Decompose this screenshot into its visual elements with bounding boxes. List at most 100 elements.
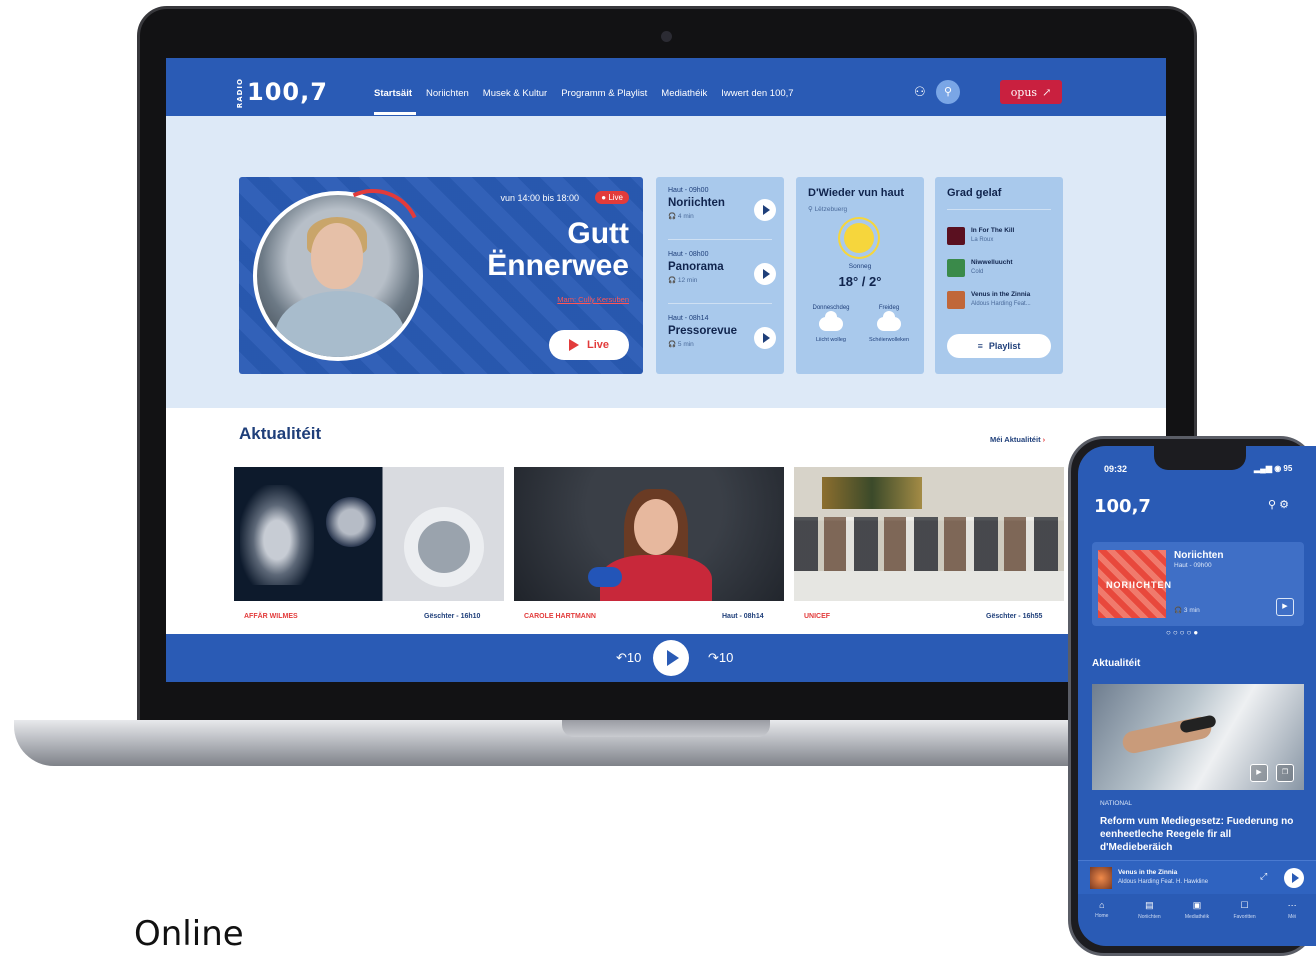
cloud-icon (877, 311, 901, 331)
live-button[interactable]: Live (549, 330, 629, 360)
settings-icon[interactable]: ⚙ (1279, 499, 1289, 511)
nav-links: Startsäit Noriichten Musek & Kultur Prog… (374, 88, 794, 99)
sun-icon (844, 223, 874, 253)
favorites-icon: ☐ (1240, 900, 1249, 910)
forecast-day: Donneschdeg Liicht wolleg (812, 305, 850, 343)
phone-article-category: NATIONAL (1100, 800, 1133, 807)
weather-today: Sonneg (848, 263, 872, 270)
play-button[interactable]: ▶ (1250, 764, 1268, 782)
rewind-10-icon[interactable]: ↶10 (616, 650, 641, 666)
album-cover (947, 259, 965, 277)
album-cover (1090, 867, 1112, 889)
show-title-line1: Gutt (567, 217, 629, 250)
phone-article-image[interactable]: ▶ ❐ (1092, 684, 1304, 790)
radio-logo[interactable]: RADIO 100,7 (236, 78, 328, 108)
weather-title: D'Wieder vun haut (808, 187, 905, 199)
phone-article-headline[interactable]: Reform vum Mediegesetz: Fuederung no een… (1100, 815, 1300, 854)
nav-link-iwwert[interactable]: Iwwert den 100,7 (721, 88, 793, 99)
show-host-link[interactable]: Mam: Cully Kersuben (557, 295, 629, 304)
article-image[interactable] (514, 467, 784, 601)
article-image[interactable] (234, 467, 504, 601)
recently-played-card: Grad gelaf In For The Kill La Roux Niwwel… (935, 177, 1063, 374)
cloud-icon (819, 311, 843, 331)
top-nav: RADIO 100,7 Startsäit Noriichten Musek & … (166, 58, 1166, 116)
tab-mediatheik[interactable]: ▣ Mediathéik (1175, 896, 1219, 936)
play-button[interactable] (754, 327, 776, 349)
bookmark-icon[interactable]: ❐ (1276, 764, 1294, 782)
carousel-dots[interactable]: ○○○○● (1166, 628, 1200, 637)
show-title-line2: Ënnerwee (487, 249, 629, 282)
phone-mini-player[interactable]: Venus in the Zinnia Aldous Harding Feat.… (1078, 860, 1316, 894)
live-badge: ● Live (595, 191, 629, 204)
nav-link-mediatheik[interactable]: Mediathéik (661, 88, 707, 99)
phone-news-card[interactable]: NORIICHTEN Noriichten Haut - 09h00 🎧 3 m… (1092, 542, 1304, 626)
play-button[interactable] (754, 263, 776, 285)
article-category[interactable]: CAROLE HARTMANN (524, 613, 596, 620)
camera-icon (661, 31, 672, 42)
home-icon: ⌂ (1099, 900, 1105, 910)
search-icon[interactable]: ⚲ (1268, 499, 1276, 511)
article-date: Gëschter - 16h10 (424, 613, 481, 620)
more-icon: ⋯ (1287, 900, 1297, 910)
recently-played-title: Grad gelaf (947, 187, 1002, 199)
track-item[interactable]: Venus in the Zinnia Aldous Harding Feat..… (947, 291, 1059, 317)
play-icon (762, 205, 770, 215)
play-button[interactable]: ▶ (1276, 598, 1294, 616)
media-icon: ▣ (1192, 900, 1202, 910)
tab-mei[interactable]: ⋯ Méi (1270, 896, 1314, 936)
nav-link-musek-kultur[interactable]: Musek & Kultur (483, 88, 547, 99)
play-icon (762, 333, 770, 343)
article-category[interactable]: UNICEF (804, 613, 830, 620)
article-date: Gëschter - 16h55 (986, 613, 1043, 620)
tab-noriichten[interactable]: ▤ Noriichten (1127, 896, 1171, 936)
laptop-screen: RADIO 100,7 Startsäit Noriichten Musek & … (166, 58, 1166, 682)
show-time: vun 14:00 bis 18:00 (500, 193, 579, 203)
article-category[interactable]: AFFÄR WILMES (244, 613, 298, 620)
phone-logo[interactable]: 100,7 (1094, 496, 1151, 517)
track-item[interactable]: Niwwelluucht Cold (947, 259, 1059, 285)
nav-link-programm-playlist[interactable]: Programm & Playlist (561, 88, 647, 99)
play-button[interactable] (754, 199, 776, 221)
mini-play-button[interactable] (1284, 868, 1304, 888)
forecast-day: Freideg Schéierwolleken (868, 305, 910, 343)
play-icon (666, 650, 679, 666)
user-icon[interactable]: ⚇ (914, 84, 926, 100)
phone-header-icons: ⚲ ⚙ (1268, 498, 1289, 511)
tab-home[interactable]: ⌂ Home (1080, 896, 1124, 936)
status-time: 09:32 (1104, 464, 1128, 474)
phone-tab-bar: ⌂ Home ▤ Noriichten ▣ Mediathéik ☐ Favoritte… (1078, 896, 1316, 936)
track-item[interactable]: In For The Kill La Roux (947, 227, 1059, 253)
weather-card[interactable]: D'Wieder vun haut ⚲ Lëtzebuerg Sonneg 18… (796, 177, 924, 374)
playlist-button[interactable]: ≡ Playlist (947, 334, 1051, 358)
expand-icon[interactable]: ⤢ (1260, 871, 1267, 882)
laptop-notch (562, 720, 770, 737)
active-tab-underline (374, 112, 416, 115)
live-show-hero[interactable]: vun 14:00 bis 18:00 ● Live Gutt Ënnerwee… (239, 177, 643, 374)
player-play-button[interactable] (653, 640, 689, 676)
play-icon (568, 339, 579, 351)
phone-section-title: Aktualitéit (1092, 658, 1141, 669)
news-card: Haut - 09h00 Noriichten 🎧 4 min Haut - 0… (656, 177, 784, 374)
playlist-icon: ≡ (977, 341, 983, 351)
more-news-link[interactable]: Méi Aktualitéit › (990, 435, 1045, 444)
nav-link-noriichten[interactable]: Noriichten (426, 88, 469, 99)
play-icon (762, 269, 770, 279)
news-icon: ▤ (1145, 900, 1154, 910)
phone-screen: 09:32 ▂▄▆ ◉ 95 100,7 ⚲ ⚙ NORIICHTEN Nori… (1078, 446, 1316, 946)
nav-link-startsait[interactable]: Startsäit (374, 88, 412, 99)
status-icons: ▂▄▆ ◉ 95 (1254, 464, 1293, 473)
news-item[interactable]: Haut - 08h00 Panorama 🎧 12 min (668, 251, 776, 311)
caption-online: Online (134, 914, 244, 954)
album-cover (947, 227, 965, 245)
phone-notch (1154, 446, 1246, 470)
tab-favoritten[interactable]: ☐ Favoritten (1223, 896, 1267, 936)
opus-button[interactable]: opus ↗ (1000, 80, 1062, 104)
search-icon[interactable]: ⚲ (936, 80, 960, 104)
section-title: Aktualitéit (239, 424, 322, 443)
news-item[interactable]: Haut - 08h14 Pressorevue 🎧 5 min (668, 315, 776, 375)
forward-10-icon[interactable]: ↷10 (708, 650, 733, 666)
news-item[interactable]: Haut - 09h00 Noriichten 🎧 4 min (668, 187, 776, 247)
news-cover-art: NORIICHTEN (1098, 550, 1171, 618)
audio-player-bar: ↶10 ↷10 (166, 634, 1166, 682)
article-image[interactable] (794, 467, 1064, 601)
